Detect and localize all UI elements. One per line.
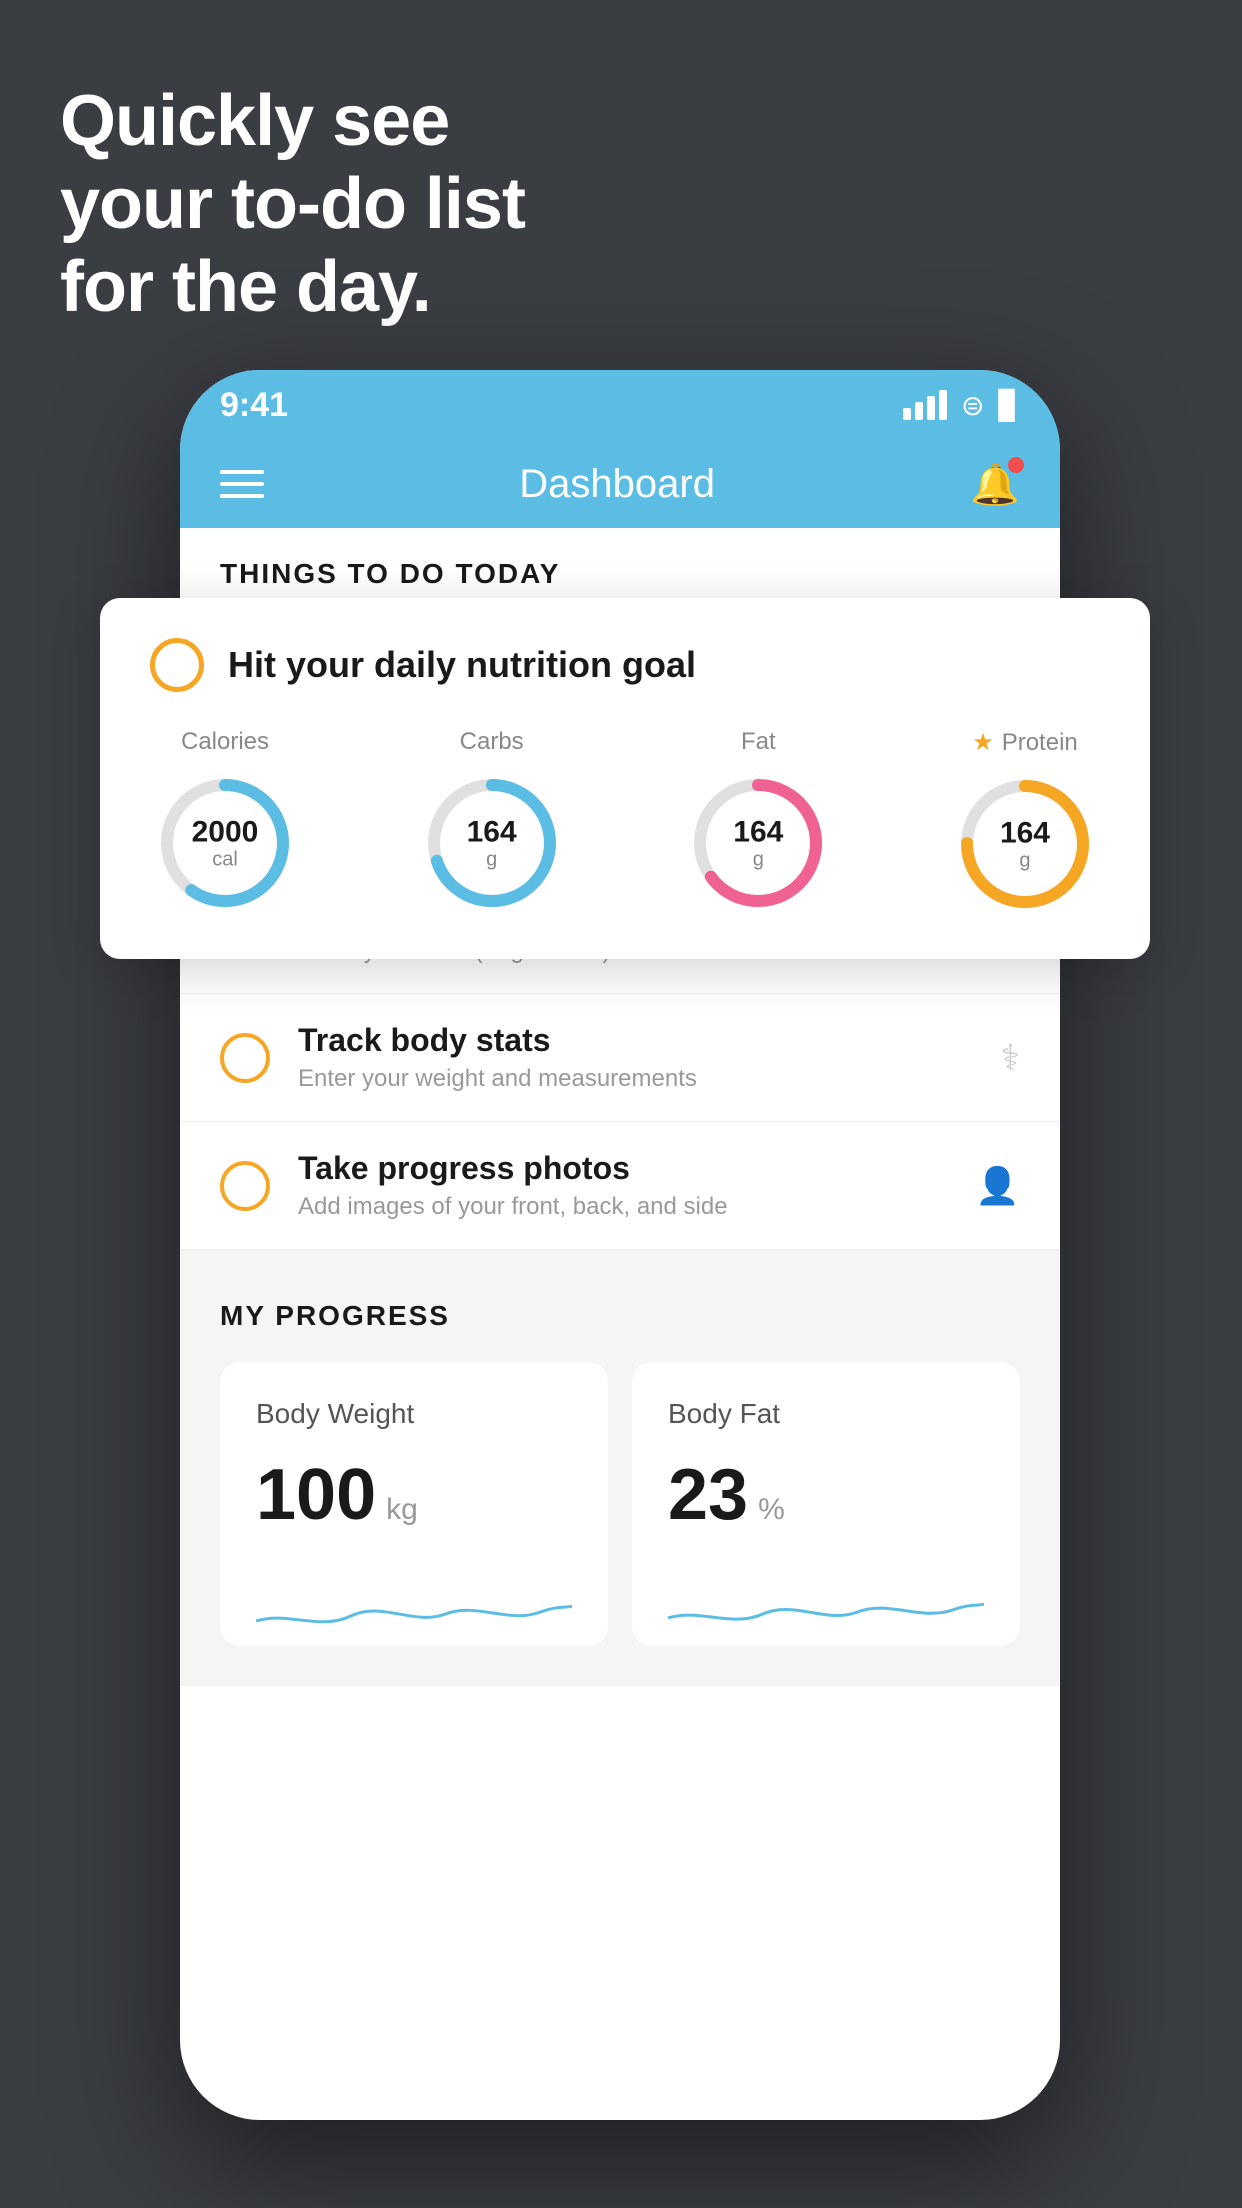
protein-stat: ★ Protein 164 g bbox=[950, 728, 1100, 919]
body-fat-chart bbox=[668, 1566, 984, 1646]
wifi-icon: ⊜ bbox=[961, 389, 984, 422]
nutrition-stats: Calories 2000 cal Carbs bbox=[150, 728, 1100, 919]
protein-unit: g bbox=[1000, 850, 1050, 872]
body-weight-title: Body Weight bbox=[256, 1398, 572, 1430]
calories-label: Calories bbox=[181, 728, 269, 756]
carbs-label: Carbs bbox=[460, 728, 524, 756]
nav-title: Dashboard bbox=[519, 462, 715, 507]
body-weight-chart bbox=[256, 1566, 572, 1646]
todo-photos-label: Take progress photos bbox=[298, 1150, 947, 1187]
body-fat-title: Body Fat bbox=[668, 1398, 984, 1430]
nutrition-title: Hit your daily nutrition goal bbox=[228, 644, 696, 686]
notification-dot bbox=[1008, 457, 1024, 473]
body-weight-unit: kg bbox=[386, 1493, 418, 1527]
body-weight-value: 100 bbox=[256, 1454, 376, 1536]
hero-text: Quickly see your to-do list for the day. bbox=[60, 80, 525, 328]
body-fat-unit: % bbox=[758, 1493, 785, 1527]
calories-unit: cal bbox=[192, 849, 259, 871]
nav-bar: Dashboard 🔔 bbox=[180, 440, 1060, 528]
protein-donut: 164 g bbox=[950, 769, 1100, 919]
body-fat-value: 23 bbox=[668, 1454, 748, 1536]
todo-body-stats-sub: Enter your weight and measurements bbox=[298, 1065, 973, 1093]
fat-label: Fat bbox=[741, 728, 776, 756]
battery-icon: ▊ bbox=[998, 389, 1020, 422]
calories-donut: 2000 cal bbox=[150, 768, 300, 918]
todo-item-body-stats[interactable]: Track body stats Enter your weight and m… bbox=[180, 994, 1060, 1122]
protein-value: 164 bbox=[1000, 817, 1050, 850]
fat-stat: Fat 164 g bbox=[683, 728, 833, 919]
notifications-button[interactable]: 🔔 bbox=[970, 461, 1020, 508]
todo-checkbox-body-stats[interactable] bbox=[220, 1033, 270, 1083]
status-time: 9:41 bbox=[220, 386, 288, 425]
protein-label: ★ Protein bbox=[972, 728, 1078, 757]
carbs-donut: 164 g bbox=[417, 768, 567, 918]
progress-label: MY PROGRESS bbox=[220, 1300, 1020, 1332]
status-icons: ⊜ ▊ bbox=[903, 389, 1020, 422]
todo-checkbox-progress-photos[interactable] bbox=[220, 1161, 270, 1211]
signal-icon bbox=[903, 390, 947, 420]
things-label: THINGS TO DO TODAY bbox=[220, 558, 560, 589]
scale-icon: ⚕ bbox=[1001, 1037, 1020, 1079]
fat-unit: g bbox=[733, 849, 783, 871]
progress-section: MY PROGRESS Body Weight 100 kg Body Fat … bbox=[180, 1250, 1060, 1686]
fat-value: 164 bbox=[733, 816, 783, 849]
calories-value: 2000 bbox=[192, 816, 259, 849]
menu-button[interactable] bbox=[220, 470, 264, 498]
nutrition-checkbox[interactable] bbox=[150, 638, 204, 692]
body-fat-card: Body Fat 23 % bbox=[632, 1362, 1020, 1646]
body-weight-card: Body Weight 100 kg bbox=[220, 1362, 608, 1646]
todo-photos-sub: Add images of your front, back, and side bbox=[298, 1193, 947, 1221]
status-bar: 9:41 ⊜ ▊ bbox=[180, 370, 1060, 440]
fat-donut: 164 g bbox=[683, 768, 833, 918]
progress-cards: Body Weight 100 kg Body Fat 23 % bbox=[220, 1362, 1020, 1646]
nutrition-card: Hit your daily nutrition goal Calories 2… bbox=[100, 598, 1150, 959]
carbs-unit: g bbox=[467, 849, 517, 871]
todo-item-progress-photos[interactable]: Take progress photos Add images of your … bbox=[180, 1122, 1060, 1250]
calories-stat: Calories 2000 cal bbox=[150, 728, 300, 919]
todo-body-stats-label: Track body stats bbox=[298, 1022, 973, 1059]
carbs-stat: Carbs 164 g bbox=[417, 728, 567, 919]
star-icon: ★ bbox=[972, 728, 994, 757]
photo-icon: 👤 bbox=[975, 1165, 1020, 1207]
carbs-value: 164 bbox=[467, 816, 517, 849]
